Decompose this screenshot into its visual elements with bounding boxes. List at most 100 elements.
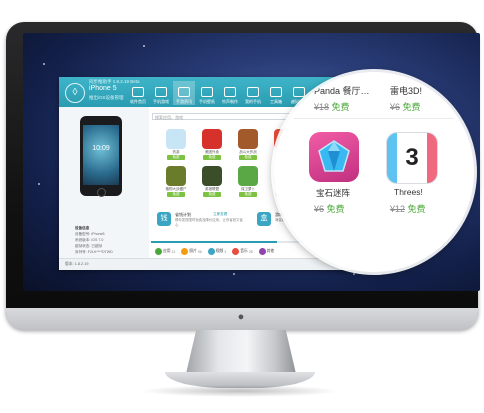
tab-home[interactable]: 软件首页 xyxy=(127,81,149,105)
free-label: 免费 xyxy=(402,102,421,112)
gem-icon xyxy=(318,140,350,172)
search-input[interactable]: 搜索应用、游戏 xyxy=(152,113,304,120)
status-text: 版本: 1.8.2.19 xyxy=(65,262,89,266)
app-label: 英雄联盟 xyxy=(205,187,219,191)
app-label: 美团外卖 xyxy=(205,150,219,154)
download-button[interactable]: 免费 xyxy=(239,192,257,197)
app-label: 战斗大作战 xyxy=(239,150,257,154)
tab-games[interactable]: 手机游戏 xyxy=(150,81,172,105)
bejeweled-icon[interactable] xyxy=(309,132,359,182)
free-label: 免费 xyxy=(331,102,350,112)
app-label: 植物大战僵尸 xyxy=(165,187,187,191)
download-button[interactable]: 免费 xyxy=(203,155,221,160)
app-tile[interactable]: 植物大战僵尸 免费 xyxy=(159,166,193,197)
app-icon xyxy=(202,166,222,186)
app-icon xyxy=(166,129,186,149)
tab-my-phone[interactable]: 我的手机 xyxy=(242,81,264,105)
tool-label: 其他 xyxy=(266,249,275,253)
phone-icon xyxy=(247,87,259,97)
tool-music[interactable]: 音乐 28 xyxy=(232,248,253,255)
tab-toolbox[interactable]: 工具箱 xyxy=(265,81,287,105)
free-label: 免费 xyxy=(407,204,426,214)
star xyxy=(143,45,145,47)
home-icon xyxy=(132,87,144,97)
old-price: ¥12 xyxy=(390,204,406,214)
unlock-icon xyxy=(293,87,305,97)
app-tile[interactable]: 热游 免费 xyxy=(159,129,193,160)
tab-news[interactable]: 手游资讯 xyxy=(173,81,195,105)
tool-label: 视频 xyxy=(215,249,224,253)
magnifier-lens: Panda 餐厅… ¥18 免费 雷电3D! ¥6 免费 宝石迷阵 ¥6 免费 … xyxy=(274,72,474,272)
tool-other[interactable]: 其他 xyxy=(258,248,275,255)
tab-label: 我的手机 xyxy=(245,99,261,104)
tool-count: 28 xyxy=(248,249,253,254)
app-label: 保卫萝卜 xyxy=(241,187,255,191)
free-label: 免费 xyxy=(326,204,345,214)
savings-icon: 钱 xyxy=(157,212,171,226)
tool-photos[interactable]: 照片 96 xyxy=(181,248,202,255)
download-button[interactable]: 免费 xyxy=(167,192,185,197)
mag-app-price: ¥6 免费 xyxy=(314,202,345,215)
video-icon xyxy=(207,248,215,255)
device-name: iPhone 5 xyxy=(89,85,117,92)
mag-top-price: ¥18 免费 xyxy=(314,100,350,113)
download-button[interactable]: 免费 xyxy=(167,155,185,160)
app-tile[interactable]: 英雄联盟 免费 xyxy=(195,166,229,197)
card-link[interactable]: 立即查看 xyxy=(213,212,227,217)
tab-label: 手机游戏 xyxy=(153,99,169,104)
home-button-icon xyxy=(97,188,106,197)
download-button[interactable]: 免费 xyxy=(239,155,257,160)
tab-ringtone[interactable]: 铃声制作 xyxy=(219,81,241,105)
app-icon xyxy=(166,166,186,186)
monitor-stand xyxy=(185,330,297,378)
star xyxy=(353,273,355,275)
old-price: ¥6 xyxy=(390,102,401,112)
mag-top-name: 雷电3D! xyxy=(390,86,423,96)
device-panel: 10:09 设备信息 设备型号: iPhone5 系统版本: iOS 7.0 越… xyxy=(59,107,149,258)
star xyxy=(43,63,45,65)
status-bar: 版本: 1.8.2.19 xyxy=(59,258,355,270)
top-nav: 软件首页 手机游戏 手游资讯 手机壁纸 铃声制作 我的手机 工具箱 越狱教程 xyxy=(127,81,310,105)
tool-apps[interactable]: 应用 12 xyxy=(155,248,175,255)
app-tile[interactable]: 战斗大作战 免费 xyxy=(231,129,265,160)
phone-image: 10:09 xyxy=(80,116,122,197)
mag-top-price: ¥6 免费 xyxy=(390,100,421,113)
download-button[interactable]: 免费 xyxy=(203,192,221,197)
tool-count: 12 xyxy=(171,249,176,254)
threes-icon[interactable]: 3 xyxy=(386,132,438,184)
app-logo-icon: ◊ xyxy=(65,83,85,103)
app-label: 热游 xyxy=(172,150,180,154)
tab-wallpaper[interactable]: 手机壁纸 xyxy=(196,81,218,105)
promo-card[interactable]: 钱 省钱计划 立即查看 帮你发现限时免费及降价应用，让你省钱又省心 xyxy=(153,208,247,236)
card-text: 帮你发现限时免费及降价应用，让你省钱又省心 xyxy=(175,218,243,227)
toolbox-icon xyxy=(270,87,282,97)
apple-logo-icon: ● xyxy=(237,311,245,323)
more-icon xyxy=(258,248,266,255)
device-subtitle[interactable]: 推出iOS设备管理 xyxy=(89,95,124,101)
tool-count: 96 xyxy=(197,249,202,254)
star xyxy=(38,183,40,185)
device-info: 设备信息 设备型号: iPhone5 系统版本: iOS 7.0 越狱状态: 已… xyxy=(75,225,143,255)
gamepad-icon xyxy=(155,87,167,97)
tool-label: 音乐 xyxy=(240,249,248,253)
news-icon xyxy=(178,87,190,97)
phone-clock: 10:09 xyxy=(92,145,110,152)
number-three-icon: 3 xyxy=(401,141,423,174)
tool-count: 3 xyxy=(224,249,227,254)
app-tile[interactable]: 保卫萝卜 免费 xyxy=(231,166,265,197)
progress-fill xyxy=(151,241,278,243)
tab-label: 手机壁纸 xyxy=(199,99,215,104)
app-icon xyxy=(238,129,258,149)
old-price: ¥6 xyxy=(314,204,325,214)
mag-app-price: ¥12 免费 xyxy=(390,202,426,215)
divider xyxy=(294,118,454,119)
old-price: ¥18 xyxy=(314,102,330,112)
app-icon xyxy=(202,129,222,149)
star xyxy=(233,273,235,275)
tool-videos[interactable]: 视频 3 xyxy=(207,248,227,255)
monitor-shadow xyxy=(140,385,340,397)
app-tile[interactable]: 美团外卖 免费 xyxy=(195,129,229,160)
photo-icon xyxy=(181,248,189,255)
tab-label: 手游资讯 xyxy=(176,99,192,104)
app-icon xyxy=(238,166,258,186)
